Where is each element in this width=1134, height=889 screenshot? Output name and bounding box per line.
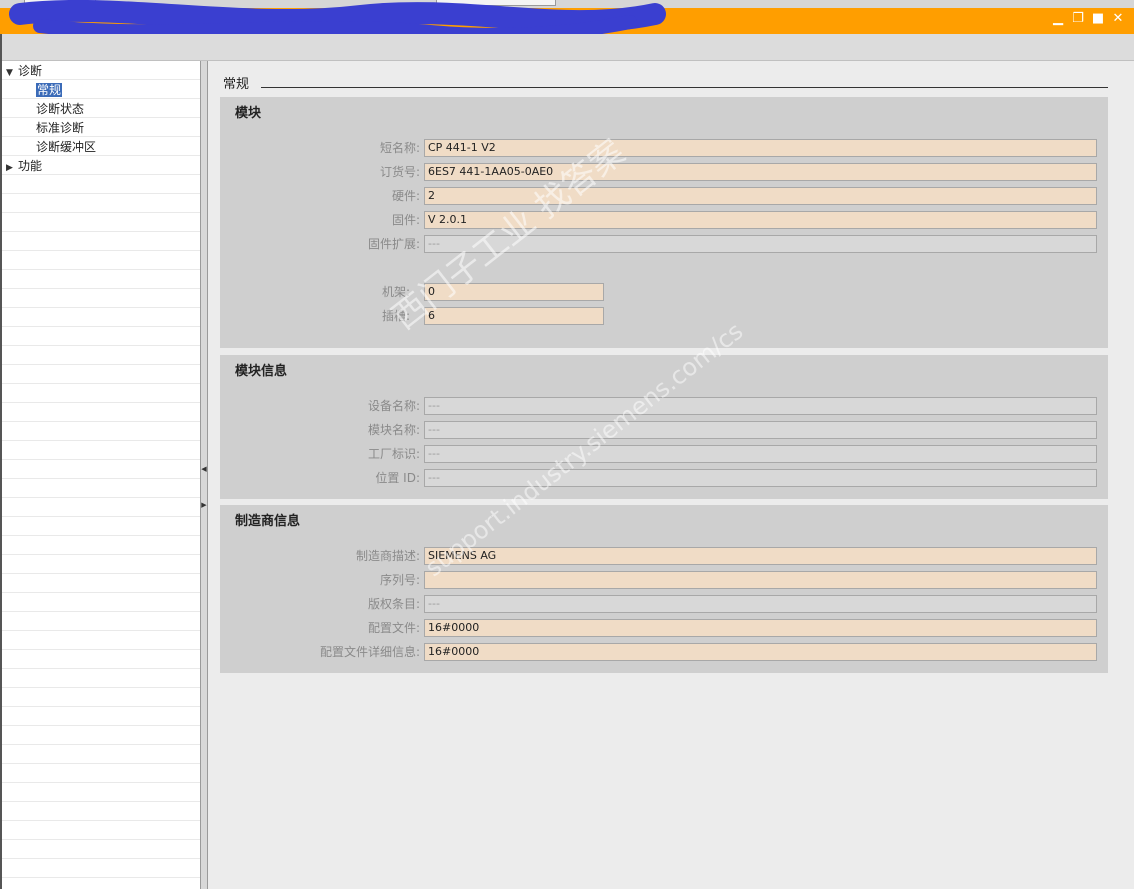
- section-title: 制造商信息: [235, 514, 301, 529]
- tree-item-label: 诊断缓冲区: [36, 140, 97, 154]
- field-label: 工厂标识:: [367, 447, 420, 461]
- tree-item-label: 标准诊断: [36, 121, 85, 135]
- toolbar: [0, 34, 1134, 61]
- slot-field[interactable]: 6: [424, 307, 604, 325]
- copyright-entry-field[interactable]: ---: [424, 595, 1097, 613]
- tree-item-label: 诊断: [18, 64, 43, 78]
- firmware-field[interactable]: V 2.0.1: [424, 211, 1097, 229]
- main-panel: 常规 模块 短名称: CP 441-1 V2 订货号: 6ES7 441-1AA…: [208, 61, 1134, 889]
- field-label: 制造商描述:: [355, 549, 420, 563]
- plant-id-field[interactable]: ---: [424, 445, 1097, 463]
- tree-item-standard-diagnostics[interactable]: 标准诊断: [36, 119, 84, 137]
- field-label: 版权条目:: [367, 597, 420, 611]
- order-number-field[interactable]: 6ES7 441-1AA05-0AE0: [424, 163, 1097, 181]
- field-label: 固件扩展:: [367, 237, 420, 251]
- hardware-field[interactable]: 2: [424, 187, 1097, 205]
- tree-item-diagnostic-status[interactable]: 诊断状态: [36, 100, 84, 118]
- field-label: 固件:: [391, 213, 420, 227]
- module-name-field[interactable]: ---: [424, 421, 1097, 439]
- panel-splitter[interactable]: ◀ ▶: [200, 61, 208, 889]
- collapse-left-icon[interactable]: ◀: [201, 461, 207, 477]
- tree-item-diagnostics[interactable]: ▼ 诊断: [6, 62, 42, 80]
- field-label: 配置文件详细信息:: [319, 645, 420, 659]
- rack-field[interactable]: 0: [424, 283, 604, 301]
- serial-number-field[interactable]: [424, 571, 1097, 589]
- section-module-info: 模块信息 设备名称: --- 模块名称: --- 工厂标识: --- 位置 ID…: [220, 355, 1108, 499]
- field-label: 模块名称:: [367, 423, 420, 437]
- location-id-field[interactable]: ---: [424, 469, 1097, 487]
- header-divider: [261, 87, 1108, 88]
- firmware-extension-field[interactable]: ---: [424, 235, 1097, 253]
- tree-item-label: 诊断状态: [36, 102, 85, 116]
- field-label: 配置文件:: [367, 621, 420, 635]
- field-label: 机架:: [381, 285, 410, 299]
- field-label: 插槽:: [381, 309, 410, 323]
- collapse-right-icon[interactable]: ▶: [201, 497, 207, 513]
- field-label: 短名称:: [379, 141, 420, 155]
- manufacturer-description-field[interactable]: SIEMENS AG: [424, 547, 1097, 565]
- expand-arrow-icon[interactable]: ▼: [6, 64, 18, 82]
- profile-field[interactable]: 16#0000: [424, 619, 1097, 637]
- device-name-field[interactable]: ---: [424, 397, 1097, 415]
- tree-item-functions[interactable]: ▶ 功能: [6, 157, 42, 175]
- section-manufacturer-info: 制造商信息 制造商描述: SIEMENS AG 序列号: 版权条目: --- 配…: [220, 505, 1108, 673]
- navigation-tree: ▼ 诊断 常规 诊断状态 标准诊断 诊断缓冲区 ▶ 功能: [2, 61, 200, 889]
- section-module: 模块 短名称: CP 441-1 V2 订货号: 6ES7 441-1AA05-…: [220, 97, 1108, 348]
- expand-arrow-icon[interactable]: ▶: [6, 159, 18, 177]
- page-title: 常规: [223, 77, 250, 92]
- tree-item-diagnostic-buffer[interactable]: 诊断缓冲区: [36, 138, 96, 156]
- tree-item-label: 常规: [36, 83, 63, 97]
- tree-item-general[interactable]: 常规: [36, 81, 63, 99]
- field-label: 硬件:: [391, 189, 420, 203]
- short-name-field[interactable]: CP 441-1 V2: [424, 139, 1097, 157]
- field-label: 订货号:: [379, 165, 420, 179]
- field-label: 设备名称:: [367, 399, 420, 413]
- field-label: 序列号:: [379, 573, 420, 587]
- tree-item-label: 功能: [18, 159, 43, 173]
- field-label: 位置 ID:: [375, 471, 420, 485]
- section-title: 模块信息: [235, 364, 288, 379]
- profile-details-field[interactable]: 16#0000: [424, 643, 1097, 661]
- section-title: 模块: [235, 106, 262, 121]
